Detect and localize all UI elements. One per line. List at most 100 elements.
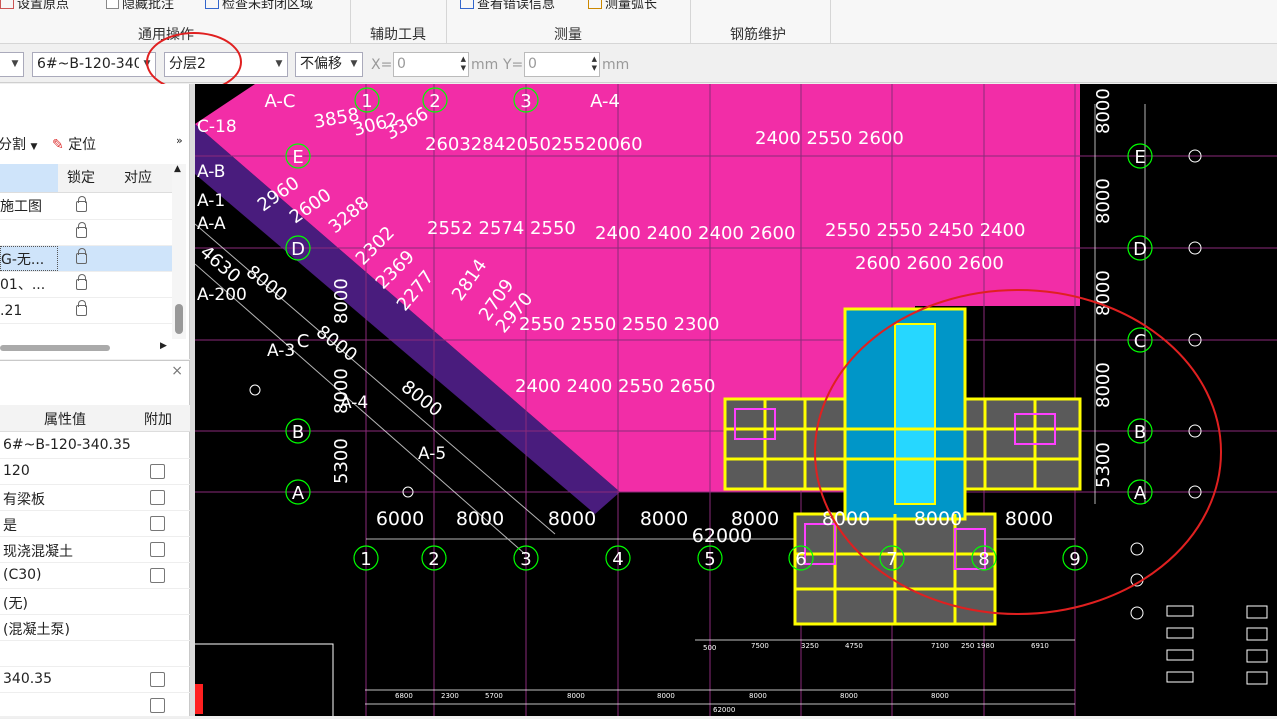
vert-dim: 8000 [331, 278, 352, 324]
axis-label: B [1134, 422, 1146, 443]
spinner-icon[interactable]: ▲ ▼ [592, 55, 597, 73]
lock-icon[interactable] [75, 300, 87, 316]
property-value[interactable]: 现浇混凝土 [3, 541, 73, 561]
hide-annotation-checkbox[interactable]: 隐藏批注 [106, 0, 174, 12]
lock-icon[interactable] [75, 274, 87, 290]
tiny-dim: 5700 [485, 692, 503, 700]
chevron-down-icon: ▼ [346, 53, 362, 76]
property-row[interactable]: 6#~B-120-340.35 [0, 433, 190, 459]
header-match: 对应 [124, 170, 152, 186]
diag-dim: 8000 [242, 261, 291, 306]
measure-arc-button[interactable]: 测量弧长 [588, 0, 657, 12]
check-closed-area-button[interactable]: 检查未封闭区域 [205, 0, 313, 12]
property-value[interactable]: 有梁板 [3, 489, 45, 509]
origin-icon [0, 0, 14, 9]
axis-label: A [1134, 483, 1147, 504]
property-row[interactable]: 是 [0, 511, 190, 537]
x-offset-input[interactable]: 0 ▲ ▼ [393, 52, 469, 77]
set-origin-label: 设置原点 [17, 0, 70, 12]
properties-panel: × 属性值 附加 6#~B-120-340.35 120 有梁板 是 现浇混凝土… [0, 360, 190, 719]
layer-row[interactable]: .21 [0, 298, 172, 324]
drawing-canvas[interactable]: 2603284205025520060 2552 2574 2550 2400 … [195, 84, 1277, 716]
extra-checkbox[interactable] [150, 516, 165, 531]
layer-row[interactable] [0, 220, 172, 246]
extra-checkbox[interactable] [150, 698, 165, 713]
view-error-button[interactable]: 查看错误信息 [460, 0, 555, 12]
extra-checkbox[interactable] [150, 542, 165, 557]
extra-checkbox[interactable] [150, 672, 165, 687]
check-closed-area-label: 检查未封闭区域 [222, 0, 314, 12]
property-value[interactable]: (无) [3, 593, 28, 613]
property-value[interactable]: 340.35 [3, 671, 52, 687]
extra-checkbox[interactable] [150, 464, 165, 479]
slab-dim-row: 2550 2550 2550 2300 [519, 314, 719, 335]
scroll-thumb[interactable] [0, 345, 110, 351]
component-select-value: 6#~B-120-340 [37, 56, 143, 72]
split-button[interactable]: 分割 ▼ [0, 134, 37, 154]
floor-select[interactable]: ▼ [0, 52, 24, 77]
property-row[interactable] [0, 641, 190, 667]
hide-annotation-label: 隐藏批注 [122, 0, 175, 12]
axis-label: 5 [704, 549, 715, 570]
axis-label: 4 [612, 549, 623, 570]
layer-row[interactable]: 01、... [0, 272, 172, 298]
span-dim: 8000 [1005, 508, 1053, 530]
axis-label: 2 [428, 549, 439, 570]
property-value[interactable]: 是 [3, 515, 17, 535]
property-row[interactable]: (混凝土泵) [0, 615, 190, 641]
layer-name: 施工图 [0, 199, 42, 215]
property-row[interactable]: (无) [0, 589, 190, 615]
diag-dim: 4630 [196, 242, 245, 288]
close-icon[interactable]: × [171, 363, 183, 379]
property-value[interactable]: (混凝土泵) [3, 619, 70, 639]
scroll-right-icon[interactable]: ▶ [160, 341, 167, 351]
expand-icon[interactable]: » [176, 134, 183, 147]
extra-checkbox[interactable] [150, 568, 165, 583]
vertical-scrollbar[interactable]: ▲ [172, 164, 186, 339]
vert-dim: 8000 [1093, 362, 1114, 408]
property-value[interactable]: 120 [3, 463, 30, 479]
lock-icon[interactable] [75, 196, 87, 212]
axis-label: A-C [265, 91, 296, 112]
extra-checkbox[interactable] [150, 490, 165, 505]
property-value[interactable]: 6#~B-120-340.35 [3, 437, 131, 453]
check-area-icon [205, 0, 219, 9]
spinner-icon[interactable]: ▲ ▼ [461, 55, 466, 73]
axis-label: B [292, 422, 304, 443]
component-select[interactable]: 6#~B-120-340 ▼ [32, 52, 156, 77]
slab-dim-row: 2400 2400 2400 2600 [595, 223, 795, 244]
lock-icon[interactable] [75, 248, 87, 264]
property-value[interactable]: (C30) [3, 567, 42, 583]
property-row[interactable]: 现浇混凝土 [0, 537, 190, 563]
property-row[interactable]: 340.35 [0, 667, 190, 693]
scroll-thumb[interactable] [175, 304, 183, 334]
property-row[interactable]: (C30) [0, 563, 190, 589]
axis-label: A-4 [340, 393, 368, 413]
set-origin-button[interactable]: 设置原点 [0, 0, 69, 12]
layer-panel-toolbar: 分割 ▼ ✎ 定位 » [0, 128, 190, 156]
layer-row[interactable]: 施工图 [0, 194, 172, 220]
scroll-up-icon[interactable]: ▲ [174, 164, 181, 174]
horizontal-scrollbar[interactable]: ▶ [0, 341, 172, 354]
property-row[interactable]: 120 [0, 459, 190, 485]
property-row[interactable] [0, 693, 190, 719]
frame-marker [195, 684, 203, 714]
axis-label: A-B [197, 162, 225, 182]
y-offset-input[interactable]: 0 ▲ ▼ [524, 52, 600, 77]
header-lock: 锁定 [67, 170, 95, 186]
locate-button[interactable]: ✎ 定位 [52, 134, 96, 154]
property-row[interactable]: 有梁板 [0, 485, 190, 511]
layer-row-selected[interactable]: G-无... [0, 246, 172, 272]
axis-label: 9 [1069, 549, 1080, 570]
group-measure: 测量 [554, 27, 582, 43]
slab-dim-row: 2400 2550 2600 [755, 128, 904, 149]
offset-select[interactable]: 不偏移 ▼ [295, 52, 363, 77]
tiny-dim: 500 [703, 644, 716, 652]
axis-label: A-200 [197, 285, 247, 305]
vert-dim: 8000 [1093, 88, 1114, 134]
tiny-dim: 62000 [713, 706, 735, 714]
axis-label: 2 [429, 91, 440, 112]
lock-icon[interactable] [75, 222, 87, 238]
frame-line [195, 643, 334, 716]
header-name [0, 164, 58, 192]
